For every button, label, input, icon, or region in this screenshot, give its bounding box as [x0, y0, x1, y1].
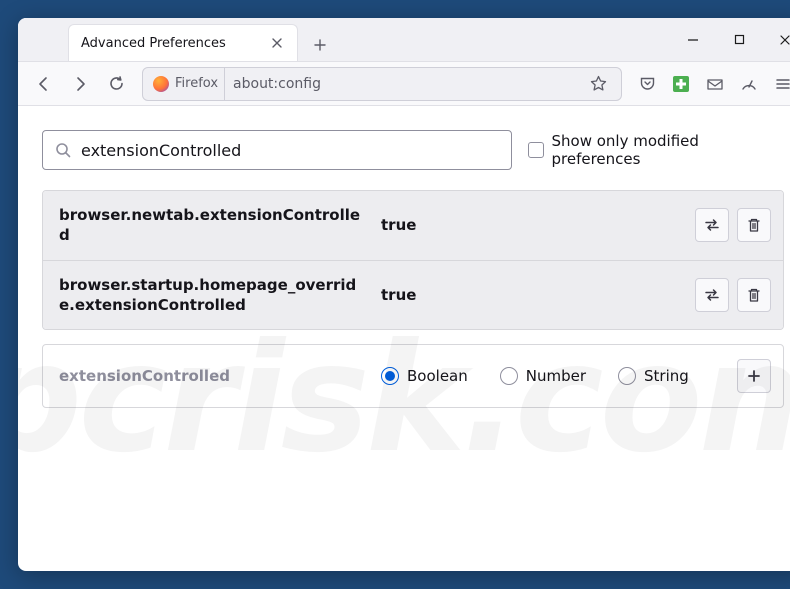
- radio-label: Number: [526, 367, 586, 385]
- type-radio-number[interactable]: Number: [500, 367, 586, 385]
- new-pref-row: extensionControlled Boolean Number Strin…: [42, 344, 784, 408]
- app-menu-button[interactable]: [768, 69, 790, 99]
- nav-toolbar: Firefox about:config: [18, 62, 790, 106]
- search-input[interactable]: [81, 141, 499, 160]
- firefox-icon: [153, 76, 169, 92]
- toggle-button[interactable]: [695, 208, 729, 242]
- active-tab[interactable]: Advanced Preferences: [68, 24, 298, 61]
- extension-badge-icon: [673, 76, 689, 92]
- pref-row: browser.newtab.extensionControlled true: [43, 191, 783, 260]
- search-icon: [55, 142, 71, 158]
- delete-button[interactable]: [737, 278, 771, 312]
- new-tab-button[interactable]: [306, 28, 334, 61]
- pref-row: browser.startup.homepage_override.extens…: [43, 260, 783, 330]
- search-row: Show only modified preferences: [42, 130, 784, 170]
- browser-window: Advanced Preferences: [18, 18, 790, 571]
- tab-title: Advanced Preferences: [81, 36, 259, 51]
- radio-icon: [381, 367, 399, 385]
- checkbox-box-icon: [528, 142, 544, 158]
- radio-icon: [500, 367, 518, 385]
- close-window-button[interactable]: [762, 18, 790, 62]
- bookmark-star-button[interactable]: [583, 69, 613, 99]
- radio-icon: [618, 367, 636, 385]
- prefs-panel: browser.newtab.extensionControlled true …: [42, 190, 784, 330]
- pref-name: browser.newtab.extensionControlled: [59, 205, 369, 246]
- pref-value: true: [381, 286, 683, 304]
- url-text: about:config: [233, 76, 575, 92]
- titlebar: Advanced Preferences: [18, 18, 790, 62]
- pref-actions: [695, 208, 771, 242]
- reload-button[interactable]: [100, 68, 132, 100]
- toggle-button[interactable]: [695, 278, 729, 312]
- url-bar[interactable]: Firefox about:config: [142, 67, 622, 101]
- back-button[interactable]: [28, 68, 60, 100]
- pocket-button[interactable]: [632, 69, 662, 99]
- minimize-window-button[interactable]: [670, 18, 716, 62]
- close-tab-button[interactable]: [269, 35, 285, 51]
- add-pref-button[interactable]: [737, 359, 771, 393]
- identity-box[interactable]: Firefox: [151, 68, 225, 100]
- pref-value: true: [381, 216, 683, 234]
- extension-badge-button[interactable]: [666, 69, 696, 99]
- show-only-modified-label: Show only modified preferences: [552, 132, 785, 168]
- inbox-button[interactable]: [700, 69, 730, 99]
- watermark: pcrisk.com: [18, 106, 790, 571]
- about-config-content: Show only modified preferences browser.n…: [18, 106, 790, 571]
- window-controls: [670, 18, 790, 61]
- search-box[interactable]: [42, 130, 512, 170]
- pref-name: browser.startup.homepage_override.extens…: [59, 275, 369, 316]
- forward-button[interactable]: [64, 68, 96, 100]
- profiler-button[interactable]: [734, 69, 764, 99]
- radio-label: Boolean: [407, 367, 468, 385]
- type-radio-string[interactable]: String: [618, 367, 689, 385]
- new-pref-name: extensionControlled: [59, 367, 369, 385]
- type-radio-boolean[interactable]: Boolean: [381, 367, 468, 385]
- delete-button[interactable]: [737, 208, 771, 242]
- pref-actions: [695, 278, 771, 312]
- radio-label: String: [644, 367, 689, 385]
- show-only-modified-checkbox[interactable]: Show only modified preferences: [528, 132, 784, 168]
- type-radio-group: Boolean Number String: [381, 367, 725, 385]
- maximize-window-button[interactable]: [716, 18, 762, 62]
- identity-label: Firefox: [175, 76, 218, 91]
